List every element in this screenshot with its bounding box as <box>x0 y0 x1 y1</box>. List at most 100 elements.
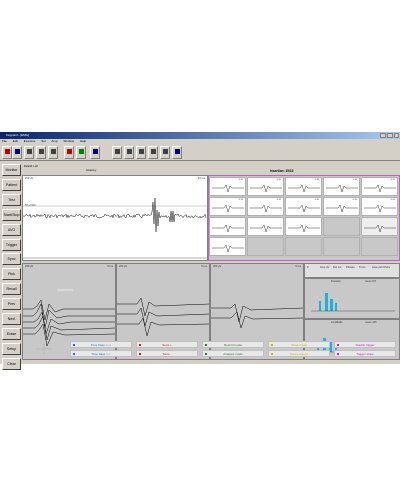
mup-cell-label: 0.30 <box>276 179 281 181</box>
sidebar-pick-button[interactable]: Pick <box>2 268 21 280</box>
sidebar-prev-button[interactable]: Prev <box>2 298 21 310</box>
toolbar-patient-button[interactable] <box>12 146 22 159</box>
sidebar-test-button[interactable]: Test <box>2 194 21 206</box>
sidebar-sync-button[interactable]: Sync <box>2 253 21 265</box>
button-label: Record mode <box>223 343 242 347</box>
raw-emg-panel[interactable]: 200 µV 10 ms 50 µV/div <box>22 175 208 261</box>
mup-cell[interactable]: 0.30 <box>209 177 246 196</box>
toolbar-report-button[interactable] <box>48 146 58 159</box>
toolbar-save-button[interactable] <box>24 146 34 159</box>
sidebar-patient-button[interactable]: Patient <box>2 179 21 191</box>
toolbar-print-button[interactable] <box>36 146 46 159</box>
stats-column-header: Area µVms <box>372 266 385 269</box>
mup-cell[interactable]: 0.30 <box>247 177 284 196</box>
toolbar-trigger-button[interactable] <box>160 146 170 159</box>
stats-column-header: Size <box>385 266 391 269</box>
mup-cell[interactable] <box>361 237 398 256</box>
stats-column-header: Turns <box>359 266 366 269</box>
trace-type-label: Anatomy <box>86 169 97 172</box>
sidebar-avg-button[interactable]: AVG <box>2 224 21 236</box>
mup-cell[interactable] <box>361 217 398 236</box>
show-mode-button[interactable]: Show mode <box>268 341 330 348</box>
menu-help[interactable]: Help <box>80 139 86 143</box>
statistics-table: # Amp µV Dur ms Phases Turns Area µVms Size <box>304 263 400 278</box>
mup-cell[interactable]: 0.30 <box>285 197 322 216</box>
mup-cell[interactable] <box>323 217 360 236</box>
toolbar-stop-button[interactable] <box>64 146 74 159</box>
mup-cell[interactable] <box>285 217 322 236</box>
mup-cell-label: 0.30 <box>238 199 243 201</box>
mup-cell[interactable]: 0.30 <box>247 197 284 216</box>
button-label: Time base <--> <box>90 343 112 347</box>
color-key-icon <box>139 353 141 355</box>
sidebar-next-button[interactable]: Next <box>2 313 21 325</box>
insertion-counter: Insertion: 15/15 <box>270 169 294 173</box>
sensitivity-icon <box>139 149 144 154</box>
menu-edit[interactable]: Edit <box>13 139 18 143</box>
mup-grid-panel[interactable]: 0.30 0.30 0.30 0.30 0.30 0.30 0.30 0.30 0.30 0.30 <box>208 175 400 261</box>
sidebar-clear-button[interactable]: Clear <box>2 358 21 370</box>
minimize-icon[interactable] <box>380 133 386 138</box>
menu-set[interactable]: Set <box>41 139 46 143</box>
mup-cell[interactable]: 0.30 <box>361 177 398 196</box>
color-key-icon <box>73 353 75 355</box>
sidebar-start-stop-button[interactable]: Start/Stop <box>2 209 21 221</box>
double-trigger-button[interactable]: Double trigger <box>334 341 396 348</box>
pause-results-button[interactable]: Pause results <box>268 350 330 357</box>
mup-cell-label: 0.30 <box>314 179 319 181</box>
mup-cell[interactable] <box>247 237 284 256</box>
mup-cell[interactable] <box>209 237 246 256</box>
mup-cell[interactable]: 0.30 <box>361 197 398 216</box>
trigger-icon <box>163 149 168 154</box>
menu-window[interactable]: Window <box>63 139 74 143</box>
mup-cell[interactable] <box>323 237 360 256</box>
mup-cell[interactable]: 0.30 <box>323 197 360 216</box>
toolbar-filter-button[interactable] <box>148 146 158 159</box>
record-icon <box>79 149 84 154</box>
sens-button[interactable]: Sens + <box>136 341 198 348</box>
mup-cell[interactable] <box>247 217 284 236</box>
mup-cell[interactable]: 0.30 <box>209 197 246 216</box>
menu-amp[interactable]: Amp <box>51 139 57 143</box>
time-base-button[interactable]: Time base <--> <box>70 341 132 348</box>
mup-cell[interactable] <box>285 237 322 256</box>
trigger-slope-button[interactable]: Trigger slope <box>334 350 396 357</box>
toolbar-timebase-button[interactable] <box>124 146 134 159</box>
stimulus-icon <box>93 149 98 154</box>
sidebar-erase-button[interactable]: Erase <box>2 328 21 340</box>
toolbar-sensitivity-button[interactable] <box>136 146 146 159</box>
close-icon[interactable] <box>394 133 399 138</box>
sens-button[interactable]: Sens - <box>136 350 198 357</box>
menu-examine[interactable]: Examine <box>24 139 36 143</box>
mup-waveform <box>364 224 396 233</box>
toolbar-exit-button[interactable] <box>2 146 12 159</box>
record-mode-button[interactable]: Record mode <box>202 341 264 348</box>
analysis-mode-button[interactable]: Analysis mode <box>202 350 264 357</box>
maximize-icon[interactable] <box>387 133 393 138</box>
color-key-icon <box>271 344 273 346</box>
histogram1-bars <box>311 293 395 312</box>
button-label: Analysis mode <box>223 352 243 356</box>
display-icon <box>175 149 180 154</box>
mup-waveform <box>212 224 244 233</box>
mup-cell-label: 0.30 <box>390 179 395 181</box>
save-icon <box>27 149 32 154</box>
toolbar-display-button[interactable] <box>172 146 182 159</box>
button-label: Sens + <box>162 343 172 347</box>
toolbar-record-button[interactable] <box>76 146 86 159</box>
sidebar-trigger-button[interactable]: Trigger <box>2 239 21 251</box>
muscle-label: Deltoid, Left <box>24 165 38 168</box>
mup-cell[interactable] <box>209 217 246 236</box>
sidebar-setup-button[interactable]: Setup <box>2 343 21 355</box>
menu-file[interactable]: File <box>2 139 7 143</box>
time-base-button[interactable]: Time base >-< <box>70 350 132 357</box>
mup-cell[interactable]: 0.30 <box>323 177 360 196</box>
sidebar: Monitor Patient Test Start/Stop AVG Trigger Sy… <box>0 164 22 370</box>
sidebar-monitor-button[interactable]: Monitor <box>2 164 21 176</box>
filter-icon <box>151 149 156 154</box>
mup-cell[interactable]: 0.30 <box>285 177 322 196</box>
toolbar-stimulus-button[interactable] <box>90 146 100 159</box>
toolbar-setup-button[interactable] <box>112 146 122 159</box>
sidebar-recall-button[interactable]: Recall <box>2 283 21 295</box>
stats-column-header: Phases <box>346 266 355 269</box>
